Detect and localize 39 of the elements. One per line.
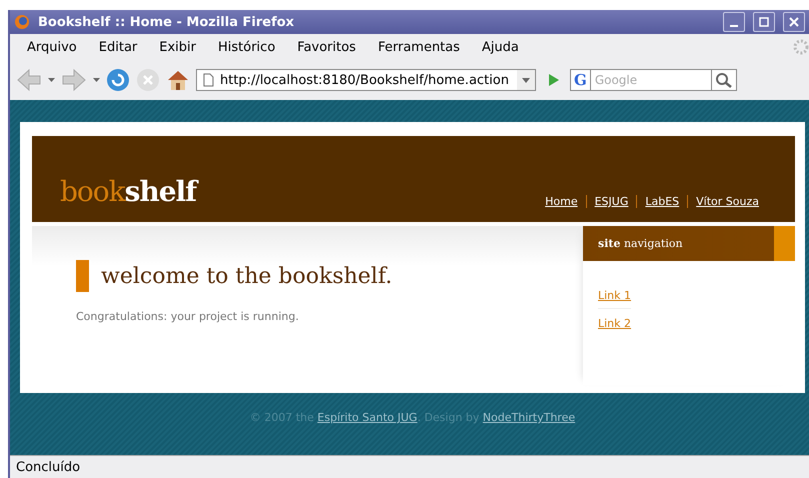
status-message: Congratulations: your project is running. xyxy=(76,310,300,323)
nav-link[interactable]: Vítor Souza xyxy=(687,195,767,208)
footer-text: © 2007 the Espírito Santo JUG. Design by NodeThirtyThree xyxy=(248,410,576,424)
nav-link[interactable]: LabES xyxy=(636,195,688,208)
maximize-icon xyxy=(759,17,769,27)
status-text: Concluído xyxy=(16,460,80,474)
site-logo: bookshelf xyxy=(60,175,196,208)
search-engine-button[interactable]: G xyxy=(570,69,591,91)
nav-link[interactable]: ESJUG xyxy=(586,195,636,208)
home-icon[interactable] xyxy=(166,68,190,92)
minimize-button[interactable] xyxy=(723,12,745,32)
menu-item[interactable]: Arquivo xyxy=(16,40,88,54)
minimize-icon xyxy=(730,25,738,27)
throbber-icon xyxy=(793,39,809,55)
page-heading: welcome to the bookshelf. xyxy=(101,264,392,288)
footer-link[interactable]: NodeThirtyThree xyxy=(482,411,576,424)
menu-item[interactable]: Histórico xyxy=(207,40,286,54)
footer-link[interactable]: Espírito Santo JUG xyxy=(317,411,418,424)
menu-item[interactable]: Ajuda xyxy=(470,40,530,54)
menu-item[interactable]: Favoritos xyxy=(286,40,367,54)
sidebar-title: site navigation xyxy=(598,237,683,250)
menu-item[interactable]: Exibir xyxy=(148,40,207,54)
heading-marker xyxy=(76,260,89,292)
dropdown-caret-icon[interactable] xyxy=(93,78,100,82)
close-icon xyxy=(789,17,799,27)
search-field[interactable]: Google xyxy=(590,69,711,91)
reload-icon[interactable] xyxy=(106,68,130,92)
browser-logo-icon xyxy=(14,14,30,30)
window-title: Bookshelf :: Home - Mozilla Firefox xyxy=(38,14,296,30)
dropdown-caret-icon[interactable] xyxy=(517,70,535,90)
nav-link[interactable]: Home xyxy=(537,195,586,208)
close-button[interactable] xyxy=(783,12,805,32)
search-icon[interactable] xyxy=(710,69,737,91)
menu-item[interactable]: Editar xyxy=(88,40,148,54)
maximize-button[interactable] xyxy=(753,12,775,32)
dropdown-caret-icon[interactable] xyxy=(48,78,55,82)
address-field[interactable]: http://localhost:8180/Bookshelf/home.action xyxy=(196,69,536,91)
menu-item[interactable]: Ferramentas xyxy=(366,40,471,54)
page-icon xyxy=(203,73,214,87)
